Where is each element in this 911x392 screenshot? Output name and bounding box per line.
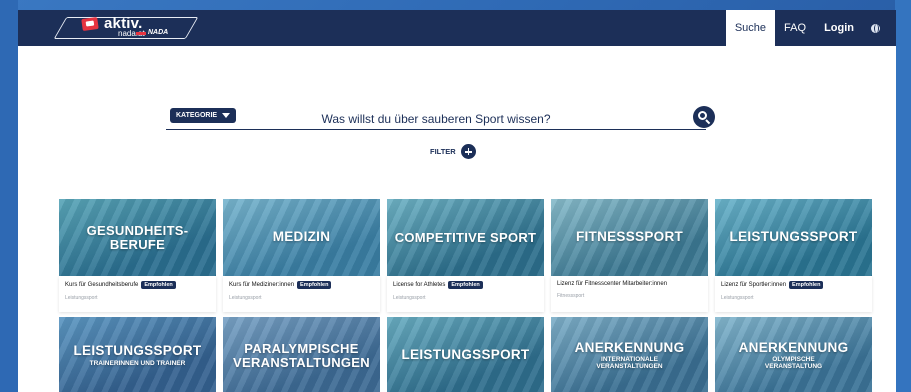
background-right [895,0,911,392]
course-card[interactable]: LEISTUNGSSPORT [387,317,544,392]
card-category: Leistungssport [393,295,426,301]
course-card[interactable]: LEISTUNGSSPORT Lizenz für Sportler:innen E… [715,199,872,312]
card-title: MEDIZIN [272,229,331,245]
card-body: Lizenz für Fitnesscenter Mitarbeiter:inn… [551,276,708,312]
recommended-badge: Empfohlen [141,281,176,289]
course-card[interactable]: PARALYMPISCHE VERANSTALTUNGEN [223,317,380,392]
search-input[interactable] [166,106,706,130]
card-title: ANERKENNUNG [738,339,849,355]
card-image: ANERKENNUNG INTERNATIONALE VERANSTALTUNGE… [551,317,708,392]
search-button[interactable] [693,106,715,128]
category-dropdown[interactable]: KATEGORIE [170,108,237,123]
card-image: ANERKENNUNG OLYMPISCHE VERANSTALTUNG [715,317,872,392]
card-title: ANERKENNUNG [574,339,685,355]
card-category: Leistungssport [65,295,98,301]
card-body: Lizenz für Sportler:innen Empfohlen Leistu… [715,276,872,312]
card-image: LEISTUNGSSPORT [387,317,544,392]
card-course-name: Kurs für Gesundheitsberufe [65,282,139,288]
card-image: MEDIZIN [223,199,380,276]
card-image: PARALYMPISCHE VERANSTALTUNGEN [223,317,380,392]
logo-nada: NADA [135,29,169,36]
recommended-badge: Empfohlen [297,281,332,289]
card-title: GESUNDHEITS- BERUFE [86,222,189,252]
card-course-line: Lizenz für Fitnesscenter Mitarbeiter:inn… [557,281,702,287]
site-logo[interactable]: aktiv. nada.at NADA [53,14,199,42]
nav-login[interactable]: Login [815,10,863,46]
recommended-badge: Empfohlen [448,281,483,289]
card-course-name: Lizenz für Sportler:innen [721,282,787,288]
course-card[interactable]: LEISTUNGSSPORT TRAINERINNEN UND TRAINER [59,317,216,392]
card-course-line: Kurs für Gesundheitsberufe Empfohlen [65,281,210,289]
card-body: Kurs für Gesundheitsberufe Empfohlen Leist… [59,276,216,312]
caret-down-icon [222,113,231,118]
plus-icon [460,144,476,159]
card-image: GESUNDHEITS- BERUFE [59,199,216,276]
card-subtitle: TRAINERINNEN UND TRAINER [89,359,186,367]
card-image: LEISTUNGSSPORT [715,199,872,276]
category-label: KATEGORIE [176,112,218,119]
card-category: Leistungssport [721,295,754,301]
card-title: PARALYMPISCHE VERANSTALTUNGEN [233,340,370,370]
card-title: LEISTUNGSSPORT [401,347,530,363]
course-card[interactable]: MEDIZIN Kurs für Mediziner:innen Empfohlen… [223,199,380,312]
background-left [0,0,18,392]
card-title: FITNESSSPORT [575,229,684,245]
search-bar: KATEGORIE [166,106,718,130]
card-course-line: Kurs für Mediziner:innen Empfohlen [229,281,374,289]
nav-suche[interactable]: Suche [725,10,776,46]
card-course-name: Lizenz für Fitnesscenter Mitarbeiter:inn… [557,281,668,287]
card-category: Leistungssport [229,295,262,301]
card-subtitle: INTERNATIONALE VERANSTALTUNGEN [596,356,663,371]
recommended-badge: Empfohlen [789,281,824,289]
browser-window: aktiv. nada.at NADA Suche FAQ Login KATE… [18,10,896,392]
card-body: License for Athletes Empfohlen Leistungssp… [387,276,544,312]
card-image: FITNESSSPORT [551,199,708,276]
card-subtitle: OLYMPISCHE VERANSTALTUNG [764,356,823,371]
card-course-name: License for Athletes [393,282,446,288]
course-card[interactable]: ANERKENNUNG OLYMPISCHE VERANSTALTUNG [715,317,872,392]
card-title: LEISTUNGSSPORT [729,229,858,245]
course-card[interactable]: COMPETITIVE SPORT License for Athletes Emp… [387,199,544,312]
card-category: Fitnesssport [557,293,585,299]
card-body: Kurs für Mediziner:innen Empfohlen Leistun… [223,276,380,312]
course-card[interactable]: FITNESSSPORT Lizenz für Fitnesscenter Mit… [551,199,708,312]
filter-toggle[interactable]: FILTER [430,144,476,159]
card-course-name: Kurs für Mediziner:innen [229,282,295,288]
card-image: LEISTUNGSSPORT TRAINERINNEN UND TRAINER [59,317,216,392]
card-title: COMPETITIVE SPORT [394,229,537,245]
top-navbar: aktiv. nada.at NADA Suche FAQ Login [18,10,896,46]
card-course-line: License for Athletes Empfohlen [393,281,538,289]
card-title: LEISTUNGSSPORT [73,343,202,359]
course-card[interactable]: ANERKENNUNG INTERNATIONALE VERANSTALTUNGE… [551,317,708,392]
card-course-line: Lizenz für Sportler:innen Empfohlen [721,281,866,289]
nav-faq[interactable]: FAQ [775,10,815,46]
logo-flag-icon [81,16,99,32]
course-card[interactable]: GESUNDHEITS- BERUFE Kurs für Gesundheitsb… [59,199,216,312]
main-nav: Suche FAQ Login [725,10,886,46]
card-image: COMPETITIVE SPORT [387,199,544,276]
globe-icon[interactable] [871,23,880,33]
filter-label: FILTER [430,147,456,156]
